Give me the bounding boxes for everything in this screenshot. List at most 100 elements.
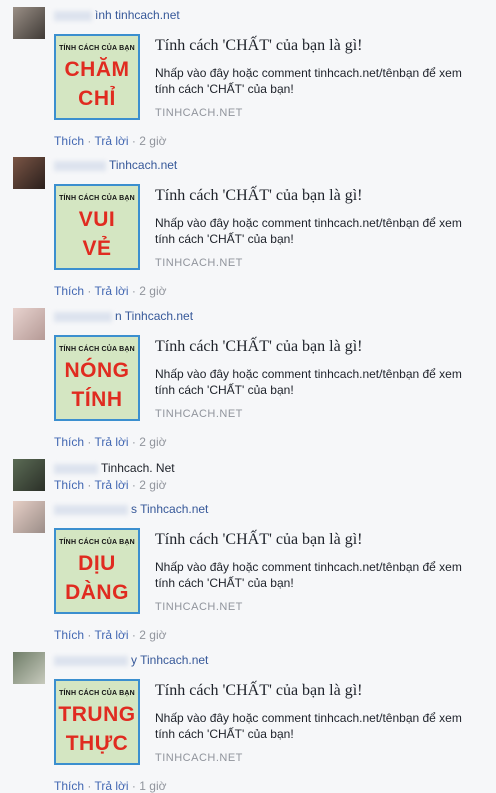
separator: · [131, 779, 136, 793]
card-domain: TINHCACH.NET [155, 408, 243, 420]
link-preview-card[interactable]: TÍNH CÁCH CỦA BẠN TRUNG THỰC Tính cách '… [54, 679, 474, 775]
card-title[interactable]: Tính cách 'CHẤT' của bạn là gì! [155, 37, 362, 55]
card-title[interactable]: Tính cách 'CHẤT' của bạn là gì! [155, 187, 362, 205]
redacted-name [54, 160, 106, 171]
comment-actions: Thích · Trả lời · 1 giờ [54, 779, 166, 793]
comment-actions: Thích · Trả lời · 2 giờ [54, 478, 166, 492]
card-domain: TINHCACH.NET [155, 601, 243, 613]
separator: · [131, 628, 136, 642]
preview-thumbnail[interactable]: TÍNH CÁCH CỦA BẠN NÓNG TÍNH [54, 335, 140, 421]
card-domain: TINHCACH.NET [155, 752, 243, 764]
thumbnail-word-1: CHĂM [64, 58, 130, 81]
like-link[interactable]: Thích [54, 134, 84, 148]
card-domain: TINHCACH.NET [155, 107, 243, 119]
like-link[interactable]: Thích [54, 628, 84, 642]
reply-link[interactable]: Trả lời [94, 134, 128, 148]
link-preview-card[interactable]: TÍNH CÁCH CỦA BẠN NÓNG TÍNH Tính cách 'C… [54, 335, 474, 431]
avatar[interactable] [13, 459, 45, 491]
card-title[interactable]: Tính cách 'CHẤT' của bạn là gì! [155, 682, 362, 700]
separator: · [87, 628, 92, 642]
reply-link[interactable]: Trả lời [94, 435, 128, 449]
thumbnail-header: TÍNH CÁCH CỦA BẠN [59, 539, 135, 546]
separator: · [87, 435, 92, 449]
comment-time[interactable]: 1 giờ [139, 779, 166, 793]
thumbnail-word-2: CHỈ [78, 87, 116, 110]
link-preview-card[interactable]: TÍNH CÁCH CỦA BẠN VUI VẺ Tính cách 'CHẤT… [54, 184, 474, 280]
thumbnail-word-2: THỰC [65, 732, 129, 755]
redacted-name [54, 463, 98, 474]
comment-actions: Thích · Trả lời · 2 giờ [54, 628, 166, 642]
like-link[interactable]: Thích [54, 779, 84, 793]
comment-text: s Tinhcach.net [54, 502, 208, 516]
redacted-name [54, 504, 128, 515]
comment-time[interactable]: 2 giờ [139, 628, 166, 642]
reply-link[interactable]: Trả lời [94, 284, 128, 298]
card-description: Nhấp vào đây hoặc comment tinhcach.net/t… [155, 66, 462, 96]
separator: · [131, 435, 136, 449]
separator: · [131, 284, 136, 298]
thumbnail-header: TÍNH CÁCH CỦA BẠN [59, 45, 135, 52]
card-description: Nhấp vào đây hoặc comment tinhcach.net/t… [155, 560, 462, 590]
comment-body: y Tinhcach.net [131, 653, 209, 667]
preview-thumbnail[interactable]: TÍNH CÁCH CỦA BẠN TRUNG THỰC [54, 679, 140, 765]
link-preview-card[interactable]: TÍNH CÁCH CỦA BẠN DỊU DÀNG Tính cách 'CH… [54, 528, 474, 624]
comment-time[interactable]: 2 giờ [139, 134, 166, 148]
card-title[interactable]: Tính cách 'CHẤT' của bạn là gì! [155, 338, 362, 356]
thumbnail-word-2: DÀNG [65, 581, 129, 604]
reply-link[interactable]: Trả lời [94, 628, 128, 642]
preview-thumbnail[interactable]: TÍNH CÁCH CỦA BẠN DỊU DÀNG [54, 528, 140, 614]
thumbnail-word-2: TÍNH [71, 388, 123, 411]
card-description: Nhấp vào đây hoặc comment tinhcach.net/t… [155, 711, 462, 741]
thumbnail-word-2: VẺ [82, 237, 112, 260]
thumbnail-header: TÍNH CÁCH CỦA BẠN [59, 195, 135, 202]
avatar[interactable] [13, 157, 45, 189]
separator: · [131, 478, 136, 492]
comment-text: Tinhcach. Net [54, 461, 175, 475]
redacted-name [54, 311, 112, 322]
like-link[interactable]: Thích [54, 284, 84, 298]
avatar[interactable] [13, 501, 45, 533]
link-preview-card[interactable]: TÍNH CÁCH CỦA BẠN CHĂM CHỈ Tính cách 'CH… [54, 34, 474, 130]
separator: · [131, 134, 136, 148]
thumbnail-word-1: NÓNG [64, 359, 130, 382]
comment-actions: Thích · Trả lời · 2 giờ [54, 435, 166, 449]
card-domain: TINHCACH.NET [155, 257, 243, 269]
separator: · [87, 478, 92, 492]
comment-time[interactable]: 2 giờ [139, 284, 166, 298]
reply-link[interactable]: Trả lời [94, 478, 128, 492]
reply-link[interactable]: Trả lời [94, 779, 128, 793]
thumbnail-header: TÍNH CÁCH CỦA BẠN [59, 346, 135, 353]
like-link[interactable]: Thích [54, 478, 84, 492]
avatar[interactable] [13, 308, 45, 340]
thumbnail-header: TÍNH CÁCH CỦA BẠN [59, 690, 135, 697]
comment-text: Tinhcach.net [54, 158, 177, 172]
separator: · [87, 779, 92, 793]
comment-body: Tinhcach. Net [101, 461, 175, 475]
comment-time[interactable]: 2 giờ [139, 478, 166, 492]
comment-body: s Tinhcach.net [131, 502, 209, 516]
comment-body: Tinhcach.net [109, 158, 178, 172]
comment-body: n Tinhcach.net [115, 309, 194, 323]
comment-time[interactable]: 2 giờ [139, 435, 166, 449]
preview-thumbnail[interactable]: TÍNH CÁCH CỦA BẠN CHĂM CHỈ [54, 34, 140, 120]
card-title[interactable]: Tính cách 'CHẤT' của bạn là gì! [155, 531, 362, 549]
comment-text: ình tinhcach.net [54, 8, 180, 22]
comment-text: y Tinhcach.net [54, 653, 208, 667]
comment-actions: Thích · Trả lời · 2 giờ [54, 134, 166, 148]
thumbnail-word-1: VUI [78, 208, 116, 231]
thumbnail-word-1: TRUNG [58, 703, 136, 726]
comment-actions: Thích · Trả lời · 2 giờ [54, 284, 166, 298]
preview-thumbnail[interactable]: TÍNH CÁCH CỦA BẠN VUI VẺ [54, 184, 140, 270]
redacted-name [54, 655, 128, 666]
comment-body: ình tinhcach.net [95, 8, 180, 22]
thumbnail-word-1: DỊU [78, 552, 116, 575]
redacted-name [54, 10, 92, 21]
avatar[interactable] [13, 7, 45, 39]
card-description: Nhấp vào đây hoặc comment tinhcach.net/t… [155, 367, 462, 397]
like-link[interactable]: Thích [54, 435, 84, 449]
separator: · [87, 284, 92, 298]
avatar[interactable] [13, 652, 45, 684]
card-description: Nhấp vào đây hoặc comment tinhcach.net/t… [155, 216, 462, 246]
comment-text: n Tinhcach.net [54, 309, 193, 323]
separator: · [87, 134, 92, 148]
